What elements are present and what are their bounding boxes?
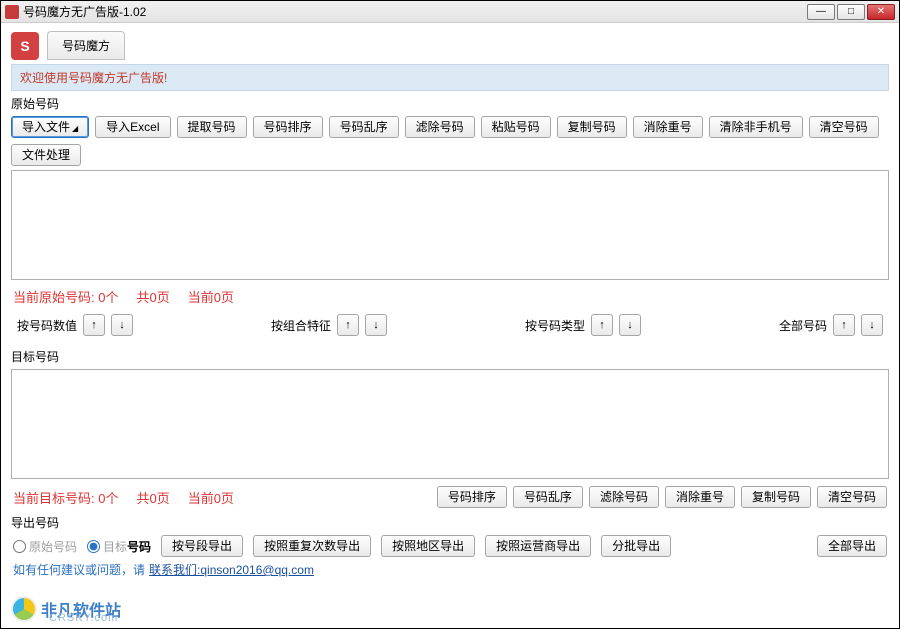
- target-section: 目标号码 当前目标号码: 0个 共0页 当前0页 号码排序 号码乱序 滤除号码 …: [11, 348, 889, 508]
- brand-icon: S: [11, 32, 39, 60]
- radio-target[interactable]: 目标号码: [87, 538, 151, 555]
- shuffle-target-button[interactable]: 号码乱序: [513, 486, 583, 508]
- sort-all-down-button[interactable]: ↓: [861, 314, 883, 336]
- export-by-region-button[interactable]: 按照地区导出: [381, 535, 475, 557]
- export-section: 导出号码 原始号码 目标号码 按号段导出 按照重复次数导出 按照地区导出 按照运…: [11, 514, 889, 578]
- header-tab[interactable]: 号码魔方: [47, 31, 125, 60]
- header-row: S 号码魔方: [1, 23, 899, 64]
- copy-target-button[interactable]: 复制号码: [741, 486, 811, 508]
- filter-source-button[interactable]: 滤除号码: [405, 116, 475, 138]
- target-status: 当前目标号码: 0个 共0页 当前0页: [13, 488, 234, 507]
- export-by-segment-button[interactable]: 按号段导出: [161, 535, 243, 557]
- contact-link[interactable]: 联系我们:qinson2016@qq.com: [149, 561, 314, 578]
- export-label: 导出号码: [11, 514, 889, 531]
- source-page-current: 当前0页: [188, 287, 234, 306]
- sort-value-up-button[interactable]: ↑: [83, 314, 105, 336]
- sort-all-up-button[interactable]: ↑: [833, 314, 855, 336]
- watermark-sub: CRSKY.com: [49, 612, 118, 624]
- extract-button[interactable]: 提取号码: [177, 116, 247, 138]
- target-label: 目标号码: [11, 348, 889, 365]
- sort-type-up-button[interactable]: ↑: [591, 314, 613, 336]
- dedupe-target-button[interactable]: 消除重号: [665, 486, 735, 508]
- radio-source-input[interactable]: [13, 540, 26, 553]
- sort-combo-up-button[interactable]: ↑: [337, 314, 359, 336]
- export-batch-button[interactable]: 分批导出: [601, 535, 671, 557]
- export-by-repeat-button[interactable]: 按照重复次数导出: [253, 535, 371, 557]
- target-status-row: 当前目标号码: 0个 共0页 当前0页 号码排序 号码乱序 滤除号码 消除重号 …: [13, 486, 887, 508]
- source-toolbar: 导入文件◢ 导入Excel 提取号码 号码排序 号码乱序 滤除号码 粘贴号码 复…: [11, 116, 889, 166]
- dropdown-icon: ◢: [72, 124, 78, 133]
- sort-source-button[interactable]: 号码排序: [253, 116, 323, 138]
- footer: 如有任何建议或问题，请 联系我们:qinson2016@qq.com: [13, 561, 887, 578]
- export-radio-group: 原始号码 目标号码: [13, 538, 151, 555]
- radio-source[interactable]: 原始号码: [13, 538, 77, 555]
- target-textarea[interactable]: [11, 369, 889, 479]
- filter-target-button[interactable]: 滤除号码: [589, 486, 659, 508]
- sort-all: 全部号码 ↑ ↓: [779, 314, 883, 336]
- sort-row: 按号码数值 ↑ ↓ 按组合特征 ↑ ↓ 按号码类型 ↑ ↓ 全部号码 ↑ ↓: [11, 314, 889, 344]
- close-button[interactable]: ✕: [867, 4, 895, 20]
- target-page-current: 当前0页: [188, 488, 234, 507]
- source-count: 当前原始号码: 0个: [13, 287, 118, 306]
- source-pages-total: 共0页: [136, 287, 169, 306]
- target-toolbar: 号码排序 号码乱序 滤除号码 消除重号 复制号码 清空号码: [437, 486, 887, 508]
- titlebar: 号码魔方无广告版-1.02 — □ ✕: [1, 1, 899, 23]
- sort-type-down-button[interactable]: ↓: [619, 314, 641, 336]
- clear-target-button[interactable]: 清空号码: [817, 486, 887, 508]
- minimize-button[interactable]: —: [807, 4, 835, 20]
- window-title: 号码魔方无广告版-1.02: [23, 3, 807, 20]
- import-file-button[interactable]: 导入文件◢: [11, 116, 89, 138]
- welcome-banner: 欢迎使用号码魔方无广告版!: [11, 64, 889, 91]
- paste-button[interactable]: 粘贴号码: [481, 116, 551, 138]
- footer-prefix: 如有任何建议或问题，请: [13, 561, 145, 578]
- window-buttons: — □ ✕: [807, 4, 895, 20]
- import-excel-button[interactable]: 导入Excel: [95, 116, 170, 138]
- clear-source-button[interactable]: 清空号码: [809, 116, 879, 138]
- clear-nonmobile-button[interactable]: 清除非手机号: [709, 116, 803, 138]
- shuffle-source-button[interactable]: 号码乱序: [329, 116, 399, 138]
- copy-source-button[interactable]: 复制号码: [557, 116, 627, 138]
- sort-value-down-button[interactable]: ↓: [111, 314, 133, 336]
- watermark-logo-icon: [11, 596, 37, 622]
- source-status: 当前原始号码: 0个 共0页 当前0页: [13, 287, 887, 306]
- watermark: 非凡软件站 CRSKY.com: [11, 596, 121, 622]
- export-by-carrier-button[interactable]: 按照运营商导出: [485, 535, 591, 557]
- target-pages-total: 共0页: [136, 488, 169, 507]
- radio-target-input[interactable]: [87, 540, 100, 553]
- sort-by-value: 按号码数值 ↑ ↓: [17, 314, 133, 336]
- sort-by-combo: 按组合特征 ↑ ↓: [271, 314, 387, 336]
- sort-target-button[interactable]: 号码排序: [437, 486, 507, 508]
- maximize-button[interactable]: □: [837, 4, 865, 20]
- source-textarea[interactable]: [11, 170, 889, 280]
- source-label: 原始号码: [11, 95, 889, 112]
- export-all-button[interactable]: 全部导出: [817, 535, 887, 557]
- sort-by-type: 按号码类型 ↑ ↓: [525, 314, 641, 336]
- sort-combo-down-button[interactable]: ↓: [365, 314, 387, 336]
- target-count: 当前目标号码: 0个: [13, 488, 118, 507]
- export-row: 原始号码 目标号码 按号段导出 按照重复次数导出 按照地区导出 按照运营商导出 …: [13, 535, 887, 557]
- dedupe-source-button[interactable]: 消除重号: [633, 116, 703, 138]
- app-icon: [5, 5, 19, 19]
- file-process-button[interactable]: 文件处理: [11, 144, 81, 166]
- watermark-text: 非凡软件站: [41, 597, 121, 621]
- source-section: 原始号码 导入文件◢ 导入Excel 提取号码 号码排序 号码乱序 滤除号码 粘…: [11, 95, 889, 344]
